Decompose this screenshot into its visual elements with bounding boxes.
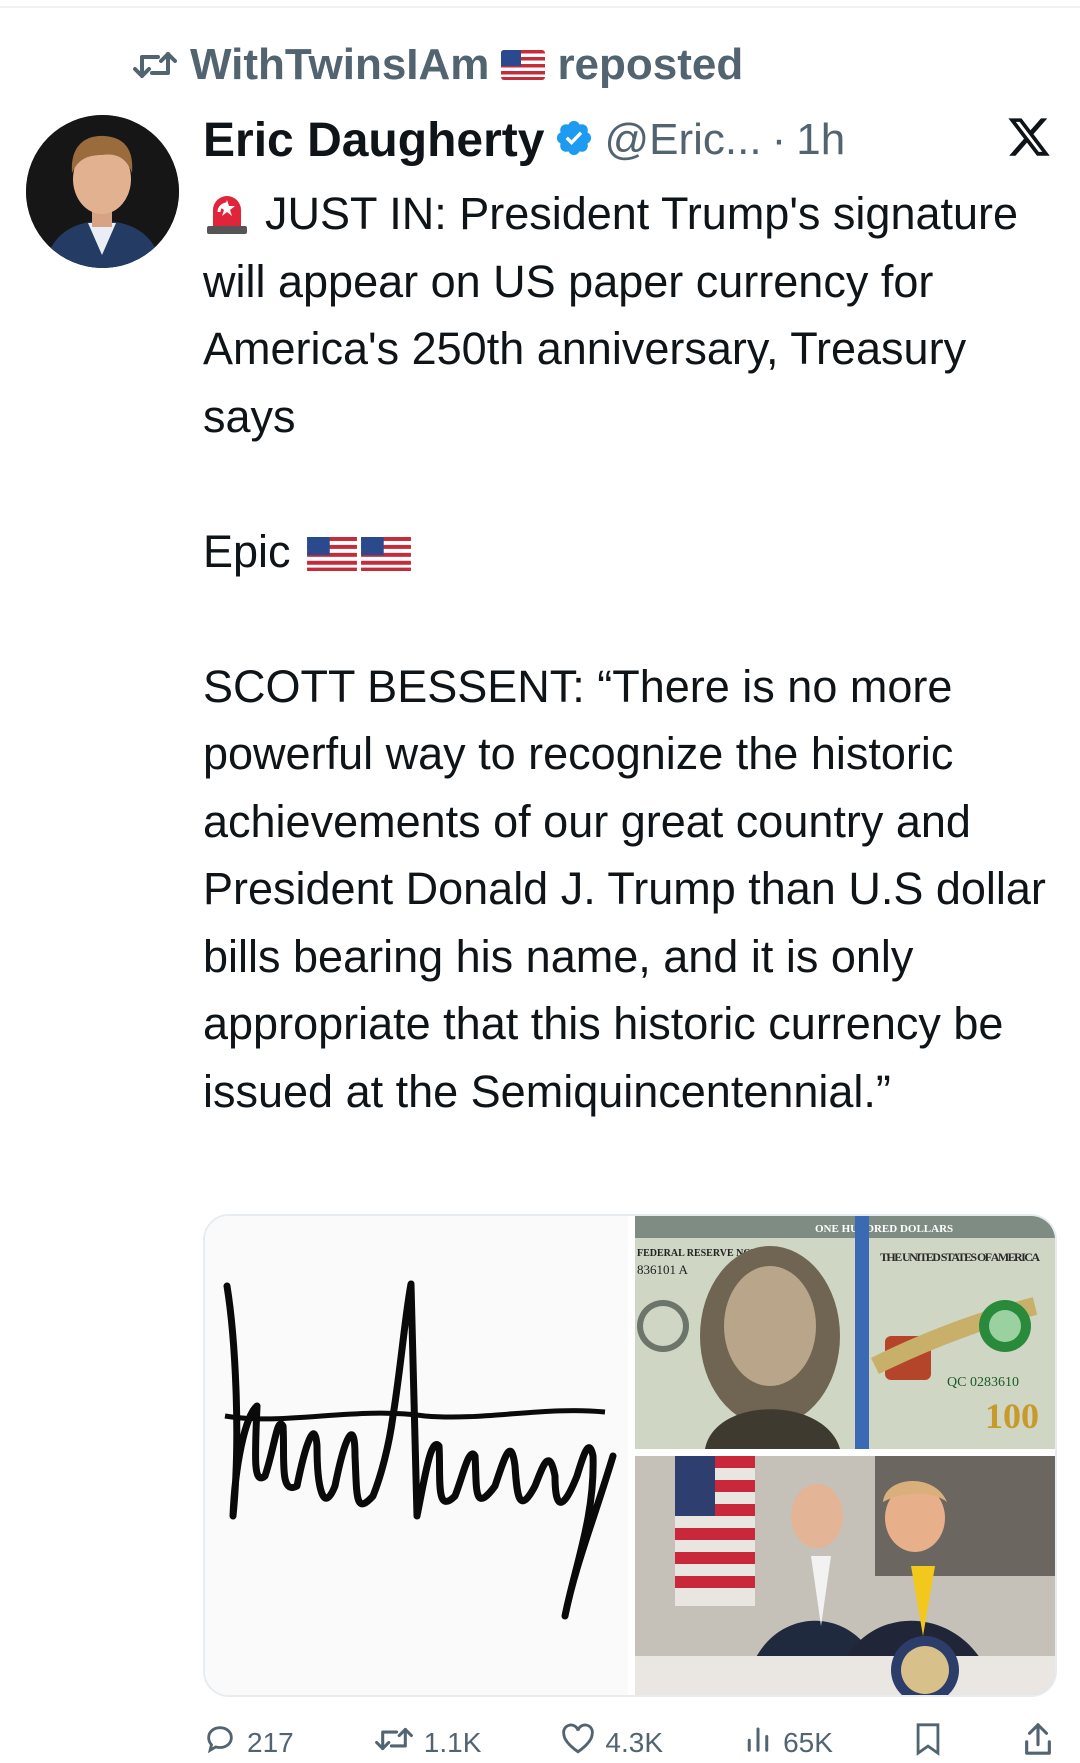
siren-icon xyxy=(203,187,251,235)
author-name[interactable]: Eric Daugherty xyxy=(203,113,544,168)
media-grid[interactable]: ONE HUNDRED DOLLARS FEDERAL RESERVE NOTE… xyxy=(203,1214,1057,1697)
reply-icon xyxy=(203,1722,237,1763)
hundred-dollar-bill-image[interactable]: ONE HUNDRED DOLLARS FEDERAL RESERVE NOTE… xyxy=(635,1216,1055,1449)
bookmark-button[interactable] xyxy=(913,1722,943,1763)
repost-user[interactable]: WithTwinsIAm xyxy=(190,40,489,90)
tweet-line-2: Epic xyxy=(203,525,291,577)
views-button[interactable]: 65K xyxy=(743,1724,833,1761)
tweet-header: Eric Daugherty @Eric... · 1h xyxy=(203,108,1053,172)
verified-badge-icon xyxy=(554,118,594,163)
tweet-paragraph-1: JUST IN: President Trump's signature wil… xyxy=(203,180,1058,450)
tweet-paragraph-2: Epic xyxy=(203,518,1058,586)
repost-count: 1.1K xyxy=(423,1726,482,1758)
bookmark-icon xyxy=(913,1722,943,1763)
us-flag-icon xyxy=(501,50,546,80)
top-divider xyxy=(0,6,1080,8)
repost-icon xyxy=(132,48,178,82)
repost-icon xyxy=(374,1724,414,1761)
us-flag-icon xyxy=(361,522,411,571)
reply-count: 217 xyxy=(247,1726,294,1758)
tweet-text: JUST IN: President Trump's signature wil… xyxy=(203,180,1058,1125)
repost-context[interactable]: WithTwinsIAm reposted xyxy=(132,40,743,90)
separator: · xyxy=(771,115,787,164)
bill-denomination: ONE HUNDRED DOLLARS xyxy=(815,1223,953,1235)
bill-country: THE UNITED STATES OF AMERICA xyxy=(880,1250,1040,1264)
signature-image[interactable] xyxy=(205,1216,628,1695)
author-handle[interactable]: @Eric... xyxy=(604,115,761,165)
reply-button[interactable]: 217 xyxy=(203,1722,294,1763)
bill-serial-left: 836101 A xyxy=(637,1262,689,1277)
bill-value: 100 xyxy=(985,1396,1039,1436)
share-icon xyxy=(1023,1722,1053,1763)
bill-serial-right: QC 0283610 xyxy=(947,1375,1019,1390)
share-button[interactable] xyxy=(1023,1722,1053,1763)
tweet-paragraph-3: SCOTT BESSENT: “There is no more powerfu… xyxy=(203,660,1046,1117)
avatar[interactable] xyxy=(26,115,179,268)
us-flag-icon xyxy=(307,522,357,571)
heart-icon xyxy=(561,1723,595,1762)
views-count: 65K xyxy=(783,1726,833,1758)
like-button[interactable]: 4.3K xyxy=(561,1723,663,1762)
views-chart-icon xyxy=(743,1724,773,1761)
like-count: 4.3K xyxy=(605,1726,664,1758)
post-time[interactable]: 1h xyxy=(796,115,845,165)
meeting-photo-image[interactable] xyxy=(635,1456,1055,1695)
action-bar: 217 1.1K 4.3K 65K xyxy=(203,1722,1053,1763)
repost-button[interactable]: 1.1K xyxy=(374,1724,482,1761)
x-logo-icon[interactable] xyxy=(1005,114,1053,165)
repost-label: reposted xyxy=(557,40,744,89)
tweet-line-1: JUST IN: President Trump's signature wil… xyxy=(203,188,1019,442)
